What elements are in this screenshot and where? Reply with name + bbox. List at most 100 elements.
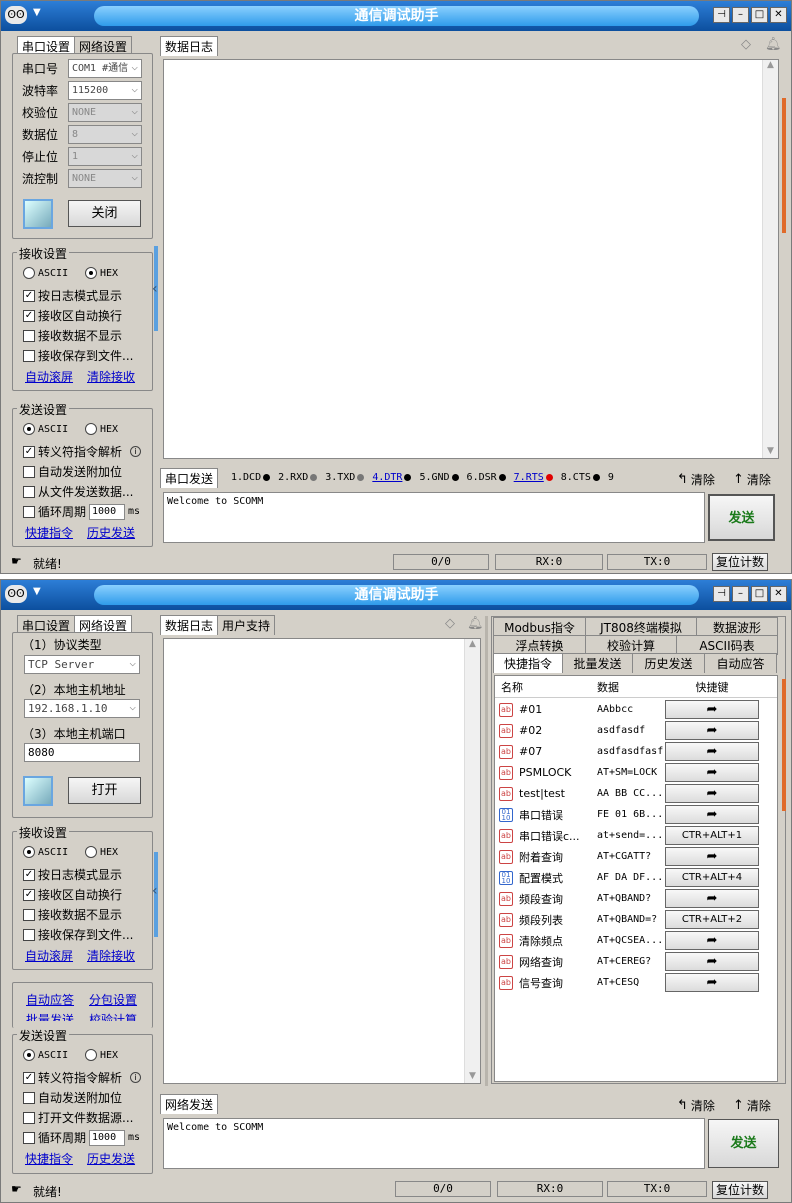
chevron-left-icon[interactable]: ‹ [152,883,158,899]
table-row[interactable]: ab #07 asdfasdfasf ➦ [495,741,777,762]
hotkey-button[interactable]: ➦ [665,742,759,761]
tab-history-send[interactable]: 历史发送 [632,653,705,673]
hotkey-button[interactable]: ➦ [665,889,759,908]
info-icon[interactable]: i [130,1072,142,1083]
hide-recv-checkbox[interactable]: 接收数据不显示 [23,906,122,923]
hotkey-button[interactable]: ➦ [665,784,759,803]
log-output[interactable]: ▲ ▼ [163,638,481,1084]
table-row[interactable]: ab 网络查询 AT+CEREG? ➦ [495,951,777,972]
chevron-down-icon[interactable]: ▼ [33,586,41,597]
hotkey-button[interactable]: ➦ [665,973,759,992]
databits-select[interactable]: 8 [68,124,142,144]
tab-float-convert[interactable]: 浮点转换 [493,635,586,655]
clear-log-button[interactable]: ↑ 清除 [733,471,771,488]
minimize-button[interactable]: – [732,586,749,602]
tab-waveform[interactable]: 数据波形 [696,617,778,637]
auto-scroll-link[interactable]: 自动滚屏 [25,947,73,964]
tab-ascii-table[interactable]: ASCII码表 [676,635,778,655]
close-window-button[interactable]: ✕ [770,7,787,23]
auto-reply-link[interactable]: 自动应答 [26,991,74,1008]
send-hex-radio[interactable]: HEX [85,1049,118,1061]
pin-icon[interactable]: ⊣ [713,586,730,602]
table-row[interactable]: ab #01 AAbbcc ➦ [495,699,777,720]
recv-ascii-radio[interactable]: ASCII [23,267,68,279]
save-to-file-checkbox[interactable]: 接收保存到文件... [23,926,133,943]
table-row[interactable]: 01 10 配置模式 AF DA DF... CTR+ALT+4 [495,867,777,888]
stopbits-select[interactable]: 1 [68,146,142,166]
flow-select[interactable]: NONE [68,168,142,188]
open-button[interactable]: 打开 [68,777,141,804]
pin-icon[interactable]: ⊣ [713,7,730,23]
batch-send-link[interactable]: 批量发送 [26,1011,74,1021]
tab-serial-send[interactable]: 串口发送 [160,468,219,488]
send-ascii-radio[interactable]: ASCII [23,1049,68,1061]
escape-parse-checkbox[interactable]: ✓ 转义符指令解析 i [23,443,142,460]
owl-icon[interactable]: ʘʘ [5,6,27,24]
period-input[interactable]: 1000 [89,1129,126,1146]
send-button[interactable]: 发送 [708,494,775,541]
vertical-splitter[interactable] [485,616,488,1086]
table-row[interactable]: ab test|test AA BB CC... ➦ [495,783,777,804]
log-output[interactable]: ▲ ▼ [163,59,779,459]
tab-data-log[interactable]: 数据日志 [160,36,219,56]
reset-count-button[interactable]: 复位计数 [712,553,768,571]
append-bits-checkbox[interactable]: 自动发送附加位 [23,1089,122,1106]
table-row[interactable]: ab 频段查询 AT+QBAND? ➦ [495,888,777,909]
packet-settings-link[interactable]: 分包设置 [89,991,137,1008]
title-bar-2[interactable]: ʘʘ ▼ 通信调试助手 ⊣ – □ ✕ [1,580,791,610]
table-row[interactable]: ab 附着查询 AT+CGATT? ➦ [495,846,777,867]
hide-recv-checkbox[interactable]: 接收数据不显示 [23,327,122,344]
hotkey-button[interactable]: ➦ [665,952,759,971]
loop-period-checkbox[interactable]: 循环周期 1000 ms [23,503,140,520]
diamond-icon[interactable]: ◇ [741,37,751,52]
recv-ascii-radio[interactable]: ASCII [23,846,68,858]
append-bits-checkbox[interactable]: 自动发送附加位 [23,463,122,480]
clear-log-button[interactable]: ↑ 清除 [733,1097,771,1114]
chevron-left-icon[interactable]: ‹ [152,281,158,297]
escape-parse-checkbox[interactable]: ✓ 转义符指令解析 i [23,1069,142,1086]
tab-batch-send[interactable]: 批量发送 [562,653,633,673]
period-input[interactable]: 1000 [89,503,126,520]
owl-icon[interactable]: ʘʘ [5,585,27,603]
pin-dtr[interactable]: 4.DTR [372,472,412,483]
send-button[interactable]: 发送 [708,1119,779,1168]
send-input[interactable]: Welcome to SCOMM [163,1118,705,1169]
tab-jt808[interactable]: JT808终端模拟 [585,617,697,637]
send-ascii-radio[interactable]: ASCII [23,423,68,435]
tab-checksum[interactable]: 校验计算 [585,635,677,655]
tab-auto-reply[interactable]: 自动应答 [704,653,777,673]
table-row[interactable]: ab 串口错误c... at+send=... CTR+ALT+1 [495,825,777,846]
log-scrollbar[interactable]: ▲ ▼ [464,639,480,1083]
hotkey-button[interactable]: ➦ [665,721,759,740]
table-row[interactable]: ab 信号查询 AT+CESQ ➦ [495,972,777,993]
bell-icon[interactable]: 🔔︎ [765,37,782,52]
log-scrollbar[interactable]: ▲ ▼ [762,60,778,458]
send-input[interactable]: Welcome to SCOMM [163,492,705,543]
hotkey-button[interactable]: CTR+ALT+1 [665,826,759,845]
table-row[interactable]: 01 10 串口错误 FE 01 6B... ➦ [495,804,777,825]
chevron-down-icon[interactable]: ▼ [33,7,41,18]
close-window-button[interactable]: ✕ [770,586,787,602]
table-row[interactable]: ab 清除频点 AT+QCSEA... ➦ [495,930,777,951]
hotkey-button[interactable]: CTR+ALT+4 [665,868,759,887]
tab-network-send[interactable]: 网络发送 [160,1094,219,1114]
title-bar[interactable]: ʘʘ ▼ 通信调试助手 ⊣ – □ ✕ [1,1,791,31]
send-from-file-checkbox[interactable]: 从文件发送数据... [23,483,133,500]
protocol-select[interactable]: TCP Server [24,654,140,674]
hotkey-button[interactable]: ➦ [665,763,759,782]
hotkey-button[interactable]: ➦ [665,700,759,719]
reset-count-button[interactable]: 复位计数 [712,1181,768,1199]
clear-recv-link[interactable]: 清除接收 [87,368,135,385]
clear-recv-link[interactable]: 清除接收 [87,947,135,964]
clear-send-button[interactable]: ↰ 清除 [677,1097,715,1114]
open-file-source-checkbox[interactable]: 打开文件数据源... [23,1109,133,1126]
send-history-link[interactable]: 历史发送 [87,1150,135,1167]
hotkey-button[interactable]: ➦ [665,805,759,824]
loop-period-checkbox[interactable]: 循环周期 1000 ms [23,1129,140,1146]
info-icon[interactable]: i [130,446,142,457]
clear-send-button[interactable]: ↰ 清除 [677,471,715,488]
send-history-link[interactable]: 历史发送 [87,524,135,541]
table-row[interactable]: ab 频段列表 AT+QBAND=? CTR+ALT+2 [495,909,777,930]
table-row[interactable]: ab PSMLOCK AT+SM=LOCK ➦ [495,762,777,783]
auto-scroll-link[interactable]: 自动滚屏 [25,368,73,385]
